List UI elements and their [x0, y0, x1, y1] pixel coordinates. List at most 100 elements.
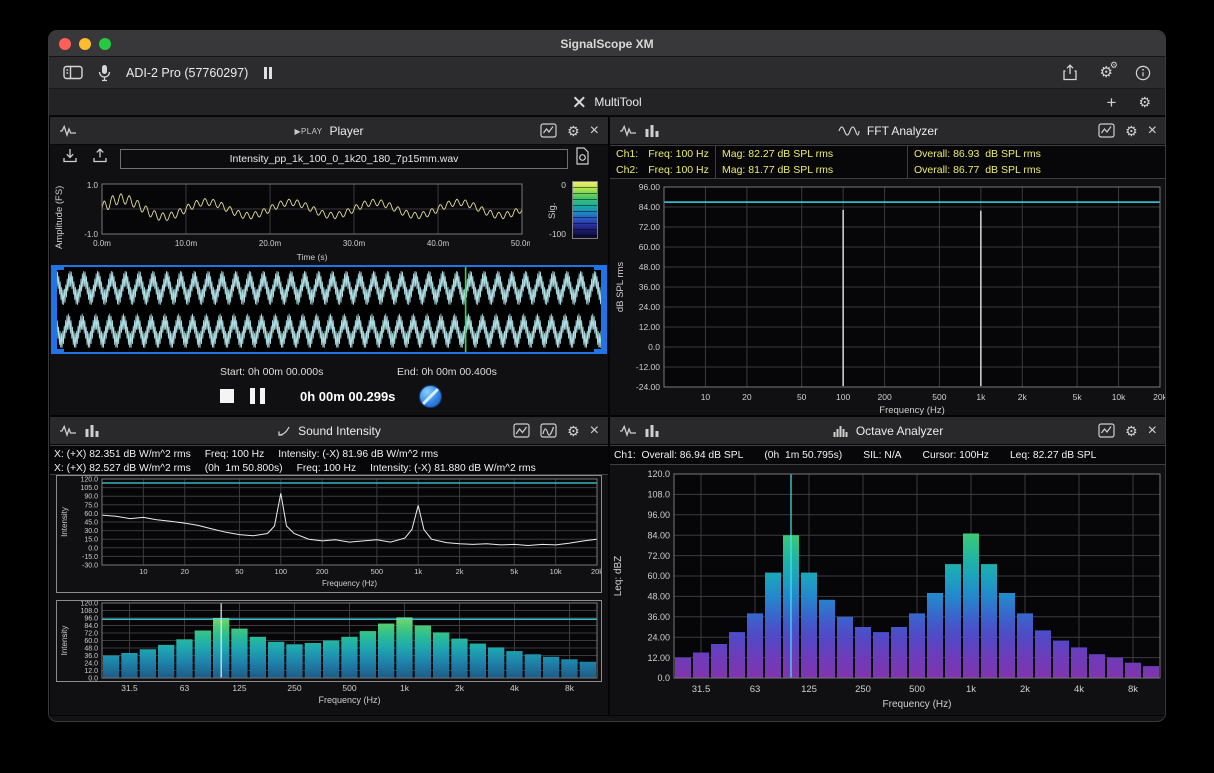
- import-audio-icon[interactable]: [62, 148, 78, 163]
- svg-text:4k: 4k: [510, 683, 520, 693]
- level-meter-icon[interactable]: [84, 424, 100, 438]
- export-audio-icon[interactable]: [92, 148, 108, 163]
- svg-text:8k: 8k: [1128, 684, 1138, 695]
- player-panel: ▶PLAY Player ⚙ ×: [49, 116, 609, 416]
- svg-text:60.0: 60.0: [84, 511, 98, 518]
- toolbar: ADI-2 Pro (57760297) ⚙⚙: [49, 57, 1165, 89]
- octave-panel-title: Octave Analyzer: [856, 424, 943, 438]
- svg-text:2k: 2k: [1020, 684, 1030, 695]
- svg-text:48.0: 48.0: [84, 646, 98, 653]
- svg-text:12.00: 12.00: [647, 653, 670, 663]
- svg-text:2k: 2k: [456, 567, 464, 576]
- svg-text:20.0m: 20.0m: [259, 239, 282, 248]
- svg-text:10.0m: 10.0m: [175, 239, 198, 248]
- level-meter-icon[interactable]: [644, 424, 660, 438]
- octave-gear-icon[interactable]: ⚙: [1125, 424, 1138, 438]
- app-window: SignalScope XM ADI-2 Pro (57760297) ⚙⚙: [48, 30, 1166, 722]
- fft-gear-icon[interactable]: ⚙: [1125, 124, 1138, 138]
- fft-ch2-mag: Mag: 81.77 dB SPL rms: [722, 164, 833, 176]
- intensity-panel-title: Sound Intensity: [298, 424, 381, 438]
- svg-text:Frequency (Hz): Frequency (Hz): [879, 405, 944, 416]
- fft-ch2-overall: Overall: 86.77 dB SPL rms: [914, 164, 1041, 176]
- playback-speed-dial[interactable]: [419, 385, 442, 408]
- fft-header: FFT Analyzer ⚙ ×: [610, 117, 1166, 145]
- svg-text:60.0: 60.0: [84, 638, 98, 645]
- player-gear-icon[interactable]: ⚙: [567, 124, 580, 138]
- area-chart-icon[interactable]: [513, 423, 530, 438]
- svg-text:40.0m: 40.0m: [427, 239, 450, 248]
- share-icon[interactable]: [1062, 64, 1078, 81]
- intensity-bands-chart[interactable]: 120.0108.096.084.072.060.048.036.024.012…: [56, 600, 602, 706]
- pause-button[interactable]: [250, 388, 265, 404]
- octave-bands-chart[interactable]: 120.0108.096.0084.0072.0060.0048.0036.00…: [610, 465, 1166, 717]
- fft-close-icon[interactable]: ×: [1148, 123, 1157, 139]
- add-tool-button[interactable]: +: [1107, 94, 1117, 111]
- intensity-x-plus-2: X: (+X) 82.527 dB W/m^2 rms: [54, 463, 191, 474]
- chart-view-icon[interactable]: [540, 123, 557, 138]
- audio-file-input[interactable]: [120, 149, 568, 169]
- svg-text:250: 250: [287, 683, 301, 693]
- chart-view-icon[interactable]: [1098, 423, 1115, 438]
- info-icon[interactable]: [1135, 65, 1151, 81]
- intensity-time: (0h 1m 50.800s): [205, 463, 283, 474]
- minimize-window-button[interactable]: [79, 38, 91, 50]
- player-header: ▶PLAY Player ⚙ ×: [50, 117, 608, 145]
- stop-button[interactable]: [220, 389, 234, 403]
- intensity-x-minus-2: Intensity: (-X) 81.880 dB W/m^2 rms: [370, 463, 536, 474]
- intensity-spectrum-chart[interactable]: 120.0105.090.075.060.045.030.015.00.0-15…: [56, 475, 602, 593]
- envelope-chart-icon[interactable]: [540, 423, 557, 438]
- svg-text:72.00: 72.00: [639, 222, 661, 232]
- svg-text:72.00: 72.00: [647, 551, 670, 561]
- level-meter-icon[interactable]: [644, 124, 660, 138]
- pause-stream-icon[interactable]: [263, 67, 273, 79]
- svg-text:Intensity: Intensity: [60, 626, 69, 656]
- svg-text:96.00: 96.00: [647, 510, 670, 520]
- intensity-x-minus: Intensity: (-X) 81.96 dB W/m^2 rms: [278, 449, 438, 460]
- player-close-icon[interactable]: ×: [590, 123, 599, 139]
- zoom-window-button[interactable]: [99, 38, 111, 50]
- device-selector[interactable]: ADI-2 Pro (57760297): [126, 66, 248, 80]
- waveform-source-icon[interactable]: [619, 124, 637, 138]
- waveform-source-icon[interactable]: [59, 124, 77, 138]
- audio-file-icon[interactable]: [575, 147, 590, 165]
- player-preview-chart[interactable]: 0.0m10.0m20.0m30.0m40.0m50.0mTime (s)1.0…: [78, 173, 530, 265]
- svg-text:84.00: 84.00: [639, 202, 661, 212]
- fft-panel-title: FFT Analyzer: [867, 124, 938, 138]
- close-window-button[interactable]: [59, 38, 71, 50]
- fft-ch1-channel: Ch1:: [616, 148, 638, 160]
- tab-multitool[interactable]: MultiTool: [572, 89, 641, 115]
- waveform-source-icon[interactable]: [619, 424, 637, 438]
- sidebar-toggle-icon[interactable]: [63, 65, 83, 80]
- svg-text:10k: 10k: [550, 567, 562, 576]
- settings-gears-icon[interactable]: ⚙⚙: [1100, 65, 1113, 80]
- svg-text:10: 10: [701, 392, 711, 402]
- svg-text:24.00: 24.00: [647, 632, 670, 642]
- intensity-close-icon[interactable]: ×: [590, 423, 599, 439]
- svg-text:1k: 1k: [966, 684, 976, 695]
- microphone-icon[interactable]: [98, 64, 111, 82]
- octave-cursor: Cursor: 100Hz: [923, 450, 989, 461]
- svg-text:50: 50: [797, 392, 807, 402]
- svg-text:36.00: 36.00: [647, 612, 670, 622]
- octave-close-icon[interactable]: ×: [1148, 423, 1157, 439]
- selection-start-label: Start: 0h 00m 00.000s: [220, 366, 323, 378]
- intensity-gear-icon[interactable]: ⚙: [567, 424, 580, 438]
- svg-text:60.00: 60.00: [639, 242, 661, 252]
- waveform-selection-view[interactable]: [51, 265, 607, 354]
- selection-end-handle[interactable]: [601, 267, 605, 352]
- svg-text:-24.00: -24.00: [636, 382, 660, 392]
- fft-spectrum-chart[interactable]: 96.0084.0072.0060.0048.0036.0024.0012.00…: [610, 179, 1166, 417]
- octave-sil: SIL: N/A: [863, 450, 901, 461]
- tab-settings-gear-icon[interactable]: ⚙: [1138, 95, 1151, 109]
- svg-text:72.0: 72.0: [84, 631, 98, 638]
- waveform-source-icon[interactable]: [59, 424, 77, 438]
- titlebar: SignalScope XM: [49, 31, 1165, 57]
- svg-text:1k: 1k: [976, 392, 986, 402]
- selection-start-handle[interactable]: [53, 267, 57, 352]
- play-state-label: ▶PLAY: [294, 127, 322, 136]
- chart-view-icon[interactable]: [1098, 123, 1115, 138]
- svg-text:12.00: 12.00: [639, 322, 661, 332]
- svg-text:48.00: 48.00: [639, 262, 661, 272]
- svg-text:36.0: 36.0: [84, 653, 98, 660]
- octave-header: Octave Analyzer ⚙ ×: [610, 417, 1166, 445]
